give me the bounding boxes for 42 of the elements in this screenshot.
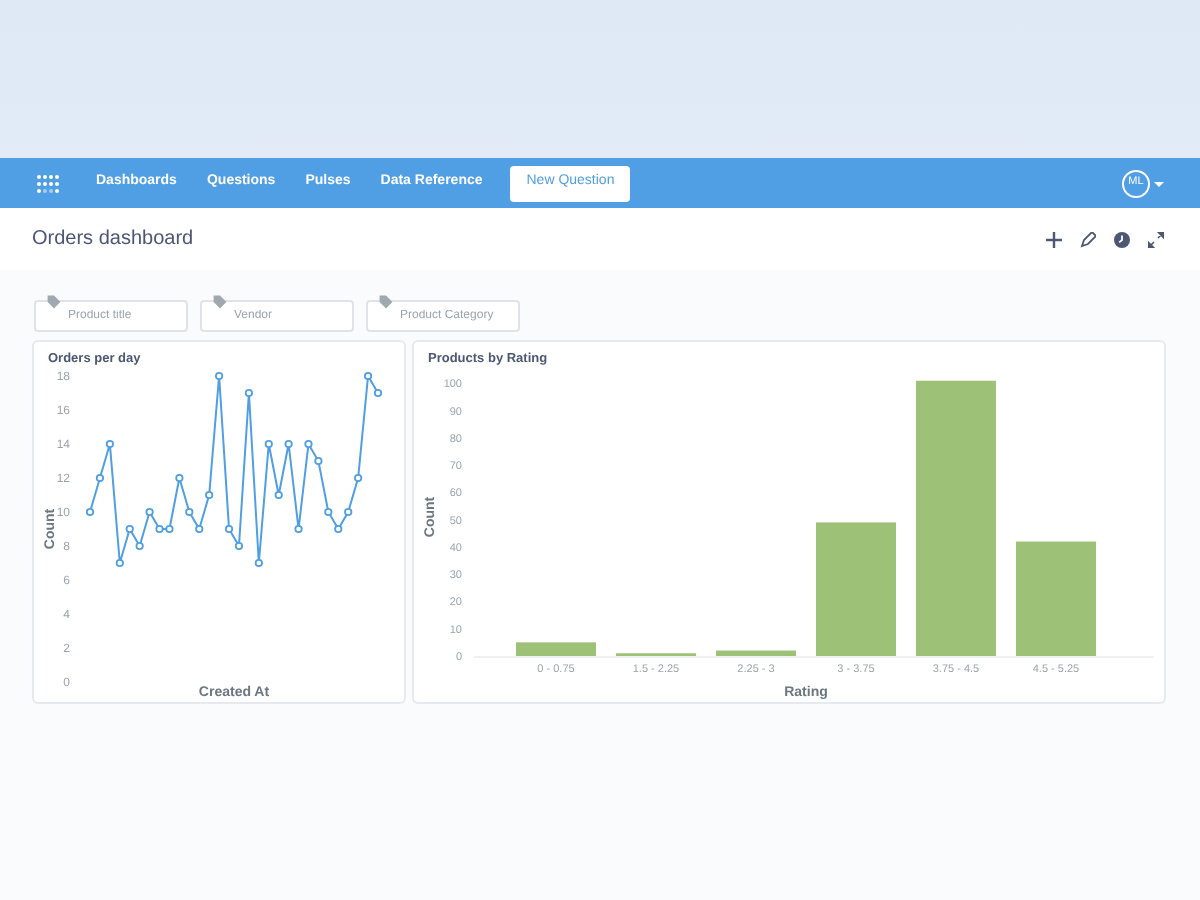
data-point (224, 524, 234, 534)
data-point (354, 473, 363, 483)
data-point (344, 507, 353, 517)
data-point (215, 371, 224, 381)
data-point (264, 439, 273, 449)
data-point (324, 507, 333, 517)
tag-icon (46, 294, 62, 310)
data-point (274, 490, 283, 500)
dashboard-title: Orders dashboard (32, 226, 194, 254)
plus-icon[interactable] (1046, 231, 1062, 247)
data-point (175, 473, 184, 483)
data-point (185, 507, 194, 517)
data-point (205, 490, 214, 500)
data-point (145, 507, 154, 517)
data-point (294, 524, 303, 534)
data-point (334, 524, 343, 534)
bar (1016, 541, 1096, 656)
data-point (135, 541, 144, 551)
bar (716, 650, 796, 656)
caret-icon[interactable] (1154, 179, 1164, 187)
data-point (363, 371, 373, 381)
data-point (284, 439, 293, 449)
data-point (304, 439, 313, 449)
bar (816, 522, 896, 656)
data-point (125, 524, 134, 534)
data-point (195, 524, 204, 534)
logo-icon[interactable] (36, 173, 60, 193)
bar (516, 642, 596, 656)
data-point (234, 541, 244, 551)
fullscreen-icon[interactable] (1148, 231, 1164, 247)
data-point (373, 388, 383, 398)
data-point (254, 558, 263, 568)
data-point (314, 456, 323, 466)
pencil-icon[interactable] (1080, 231, 1096, 247)
tag-icon (212, 294, 228, 310)
data-point (85, 507, 95, 517)
data-point (105, 439, 114, 449)
tag-icon (378, 294, 394, 310)
data-point (244, 388, 253, 398)
clock-icon[interactable] (1114, 231, 1130, 247)
data-point (115, 558, 124, 568)
data-point (95, 473, 105, 483)
